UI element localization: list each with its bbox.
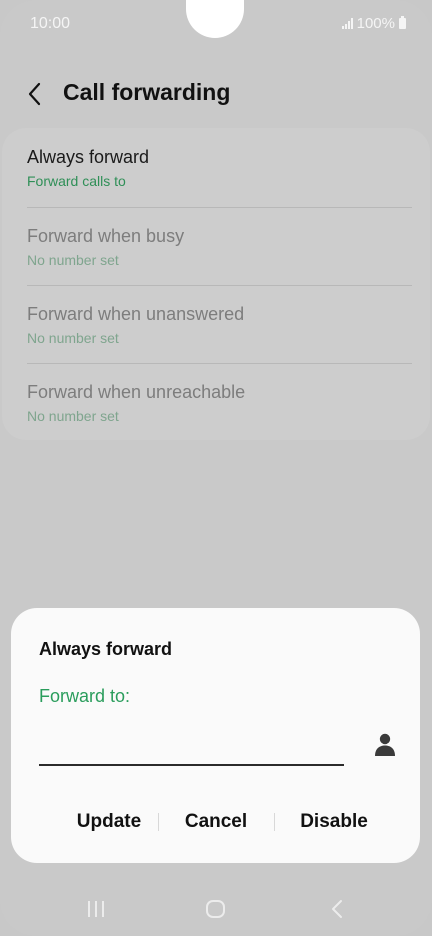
list-item-forward-when-unreachable[interactable]: Forward when unreachable No number set bbox=[27, 363, 407, 441]
status-indicators: 100% bbox=[341, 15, 406, 32]
item-subtitle: Forward calls to bbox=[27, 173, 126, 189]
cancel-button[interactable]: Cancel bbox=[159, 804, 273, 840]
item-subtitle: No number set bbox=[27, 408, 119, 424]
list-item-forward-when-busy[interactable]: Forward when busy No number set bbox=[27, 207, 407, 285]
status-time: 10:00 bbox=[30, 15, 71, 32]
battery-percent: 100% bbox=[356, 15, 395, 32]
item-title: Forward when busy bbox=[27, 226, 185, 246]
back-button[interactable] bbox=[22, 80, 50, 108]
item-subtitle: No number set bbox=[27, 252, 119, 268]
item-title: Forward when unanswered bbox=[27, 304, 245, 324]
home-button[interactable] bbox=[201, 898, 231, 920]
item-title: Forward when unreachable bbox=[27, 382, 246, 402]
list-item-forward-when-unanswered[interactable]: Forward when unanswered No number set bbox=[27, 285, 407, 363]
item-subtitle: No number set bbox=[27, 330, 119, 346]
disable-button[interactable]: Disable bbox=[275, 804, 393, 840]
back-icon bbox=[332, 900, 342, 918]
forward-number-input[interactable] bbox=[39, 732, 344, 766]
recent-apps-button[interactable] bbox=[81, 898, 111, 920]
forwarding-options-card: Always forward Forward calls to Forward … bbox=[2, 128, 430, 440]
item-title: Always forward bbox=[27, 147, 150, 167]
contacts-button[interactable] bbox=[371, 731, 399, 759]
always-forward-dialog: Always forward Forward to: Update Cancel… bbox=[11, 608, 420, 863]
app-header: Call forwarding bbox=[0, 70, 432, 118]
camera-notch bbox=[186, 0, 244, 38]
dialog-title: Always forward bbox=[39, 639, 173, 659]
phone-screen: 10:00 100% Call forwarding Always forwar… bbox=[0, 0, 432, 936]
dialog-button-row: Update Cancel Disable bbox=[11, 804, 420, 840]
person-icon bbox=[375, 733, 395, 756]
battery-icon bbox=[399, 16, 406, 29]
signal-icon bbox=[341, 18, 353, 29]
update-button[interactable]: Update bbox=[49, 804, 169, 840]
chevron-left-icon bbox=[28, 82, 41, 106]
nav-back-button[interactable] bbox=[322, 898, 352, 920]
forward-to-label: Forward to: bbox=[39, 686, 131, 706]
page-title: Call forwarding bbox=[63, 79, 231, 105]
recent-apps-icon bbox=[88, 901, 104, 917]
navigation-bar bbox=[0, 880, 432, 936]
list-item-always-forward[interactable]: Always forward Forward calls to bbox=[27, 128, 407, 206]
home-icon bbox=[206, 900, 225, 918]
